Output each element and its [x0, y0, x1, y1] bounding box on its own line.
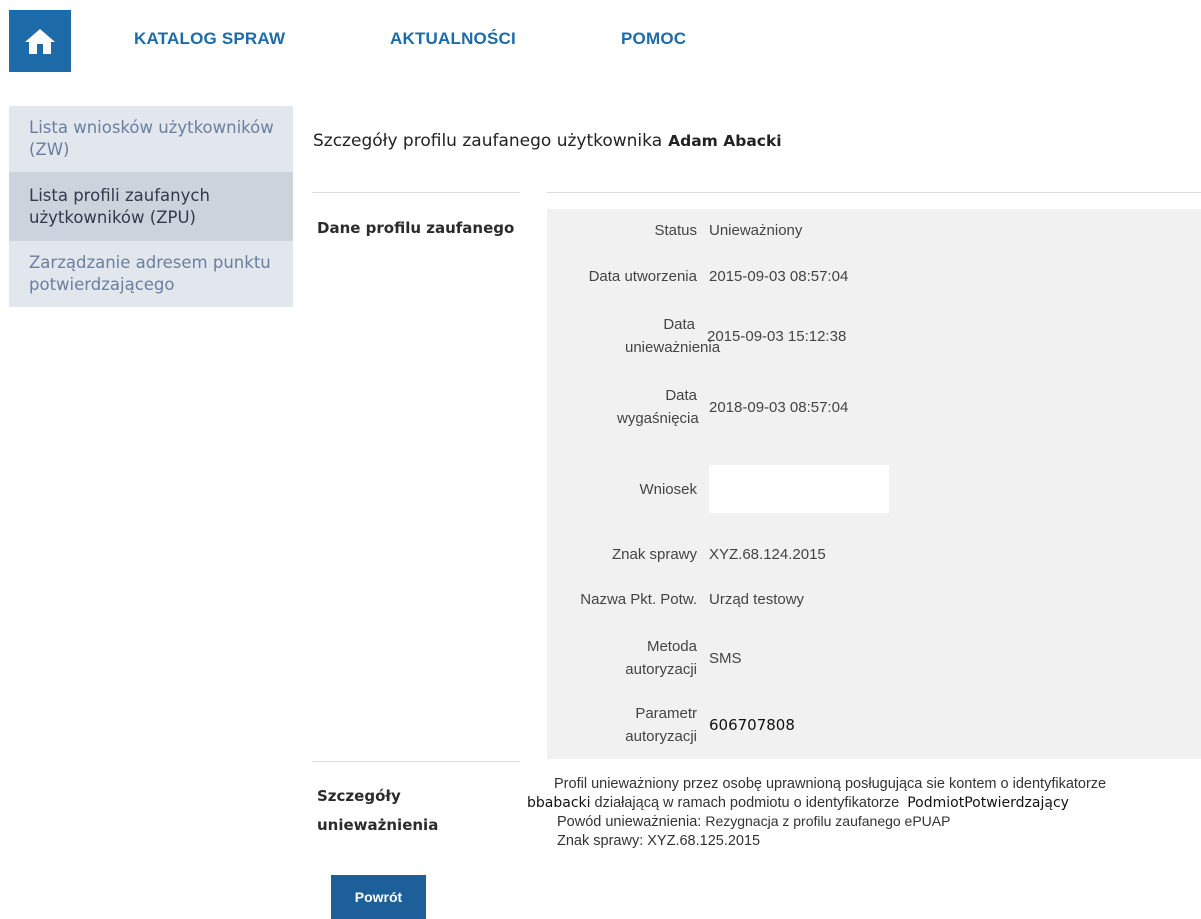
invalidation-login: bbabacki	[527, 794, 591, 811]
profile-details-panel: Status Unieważniony Data utworzenia 2015…	[547, 209, 1201, 759]
invalidation-details: Profil unieważniony przez osobę uprawnio…	[527, 775, 1201, 850]
sidebar-item-lista-wnioskow[interactable]: Lista wniosków użytkowników (ZW)	[9, 106, 293, 173]
nav-katalog-spraw[interactable]: KATALOG SPRAW	[134, 29, 285, 49]
divider	[312, 192, 520, 193]
section-label-profile: Dane profilu zaufanego	[317, 219, 515, 237]
sidebar: Lista wniosków użytkowników (ZW) Lista p…	[9, 106, 293, 307]
detail-label: Data utworzenia	[588, 267, 697, 285]
detail-row-status: Status Unieważniony	[547, 209, 1201, 251]
detail-value: 2015-09-03 08:57:04	[709, 267, 849, 285]
invalidation-reason: Powód unieważnienia: Rezygnacja z profil…	[557, 813, 951, 830]
sidebar-item-zarzadzanie-adresem[interactable]: Zarządzanie adresem punktu potwierdzając…	[9, 241, 293, 307]
detail-row-invalidated: Data unieważnienia 2015-09-03 15:12:38	[547, 301, 1201, 371]
detail-label: Data unieważnienia	[625, 316, 721, 356]
section-label-invalidation: Szczegóły unieważnienia	[317, 787, 439, 834]
back-button[interactable]: Powrót	[331, 875, 426, 919]
detail-value: Urząd testowy	[709, 590, 805, 608]
sidebar-item-label: Lista wniosków użytkowników (ZW)	[29, 118, 274, 159]
invalidation-line-2: bbabacki działającą w ramach podmiotu o …	[527, 794, 1069, 811]
user-name: Adam Abacki	[668, 132, 782, 150]
wniosek-box[interactable]	[709, 465, 889, 513]
detail-value: 606707808	[709, 716, 795, 734]
detail-value: Unieważniony	[709, 221, 803, 239]
detail-label: Parametr autoryzacji	[625, 705, 697, 745]
detail-value: 2015-09-03 15:12:38	[707, 327, 847, 345]
detail-label: Status	[654, 221, 697, 239]
detail-row-expiry: Data wygaśnięcia 2018-09-03 08:57:04	[547, 371, 1201, 443]
home-icon	[25, 29, 55, 54]
detail-label: Znak sprawy	[611, 545, 697, 563]
sidebar-item-label: Zarządzanie adresem punktu potwierdzając…	[29, 253, 271, 294]
detail-value: SMS	[709, 649, 742, 667]
divider	[547, 192, 1201, 193]
invalidation-entity-id: PodmiotPotwierdzający	[907, 794, 1069, 811]
invalidation-case-number: Znak sprawy: XYZ.68.125.2015	[557, 832, 761, 849]
divider	[312, 761, 520, 762]
detail-value: 2018-09-03 08:57:04	[709, 398, 849, 416]
page-title-text: Szczegóły profilu zaufanego użytkownika	[313, 131, 663, 151]
nav-aktualnosci[interactable]: AKTUALNOŚCI	[390, 29, 516, 49]
detail-value: XYZ.68.124.2015	[709, 545, 826, 563]
detail-row-confirmation-point: Nazwa Pkt. Potw. Urząd testowy	[547, 573, 1201, 625]
detail-row-created: Data utworzenia 2015-09-03 08:57:04	[547, 251, 1201, 301]
detail-row-auth-param: Parametr autoryzacji 606707808	[547, 691, 1201, 759]
invalidation-line-1: Profil unieważniony przez osobę uprawnio…	[554, 776, 1107, 792]
nav-pomoc[interactable]: POMOC	[621, 29, 686, 49]
detail-row-case-number: Znak sprawy XYZ.68.124.2015	[547, 535, 1201, 573]
detail-row-auth-method: Metoda autoryzacji SMS	[547, 625, 1201, 691]
sidebar-item-label: Lista profili zaufanych użytkowników (ZP…	[29, 185, 210, 227]
sidebar-item-lista-profili[interactable]: Lista profili zaufanych użytkowników (ZP…	[9, 173, 293, 241]
detail-label: Wniosek	[639, 480, 697, 498]
detail-label: Data wygaśnięcia	[617, 387, 699, 427]
page-title: Szczegóły profilu zaufanego użytkownika A…	[313, 131, 782, 151]
detail-label: Nazwa Pkt. Potw.	[580, 590, 697, 608]
detail-label: Metoda autoryzacji	[625, 638, 697, 678]
detail-row-wniosek: Wniosek	[547, 443, 1201, 535]
home-button[interactable]	[9, 10, 71, 72]
